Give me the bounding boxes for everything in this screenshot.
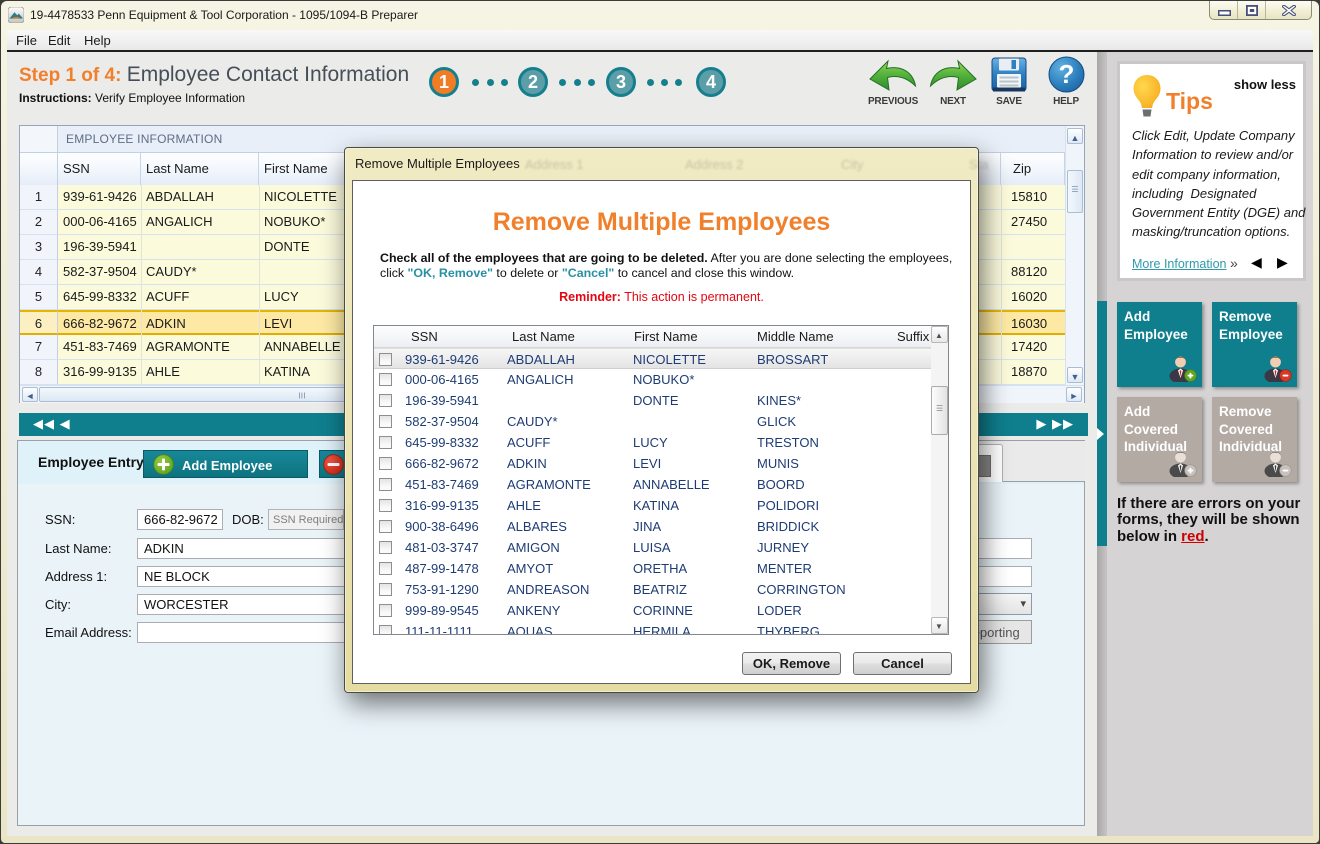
svg-text:?: ? <box>1059 59 1075 89</box>
